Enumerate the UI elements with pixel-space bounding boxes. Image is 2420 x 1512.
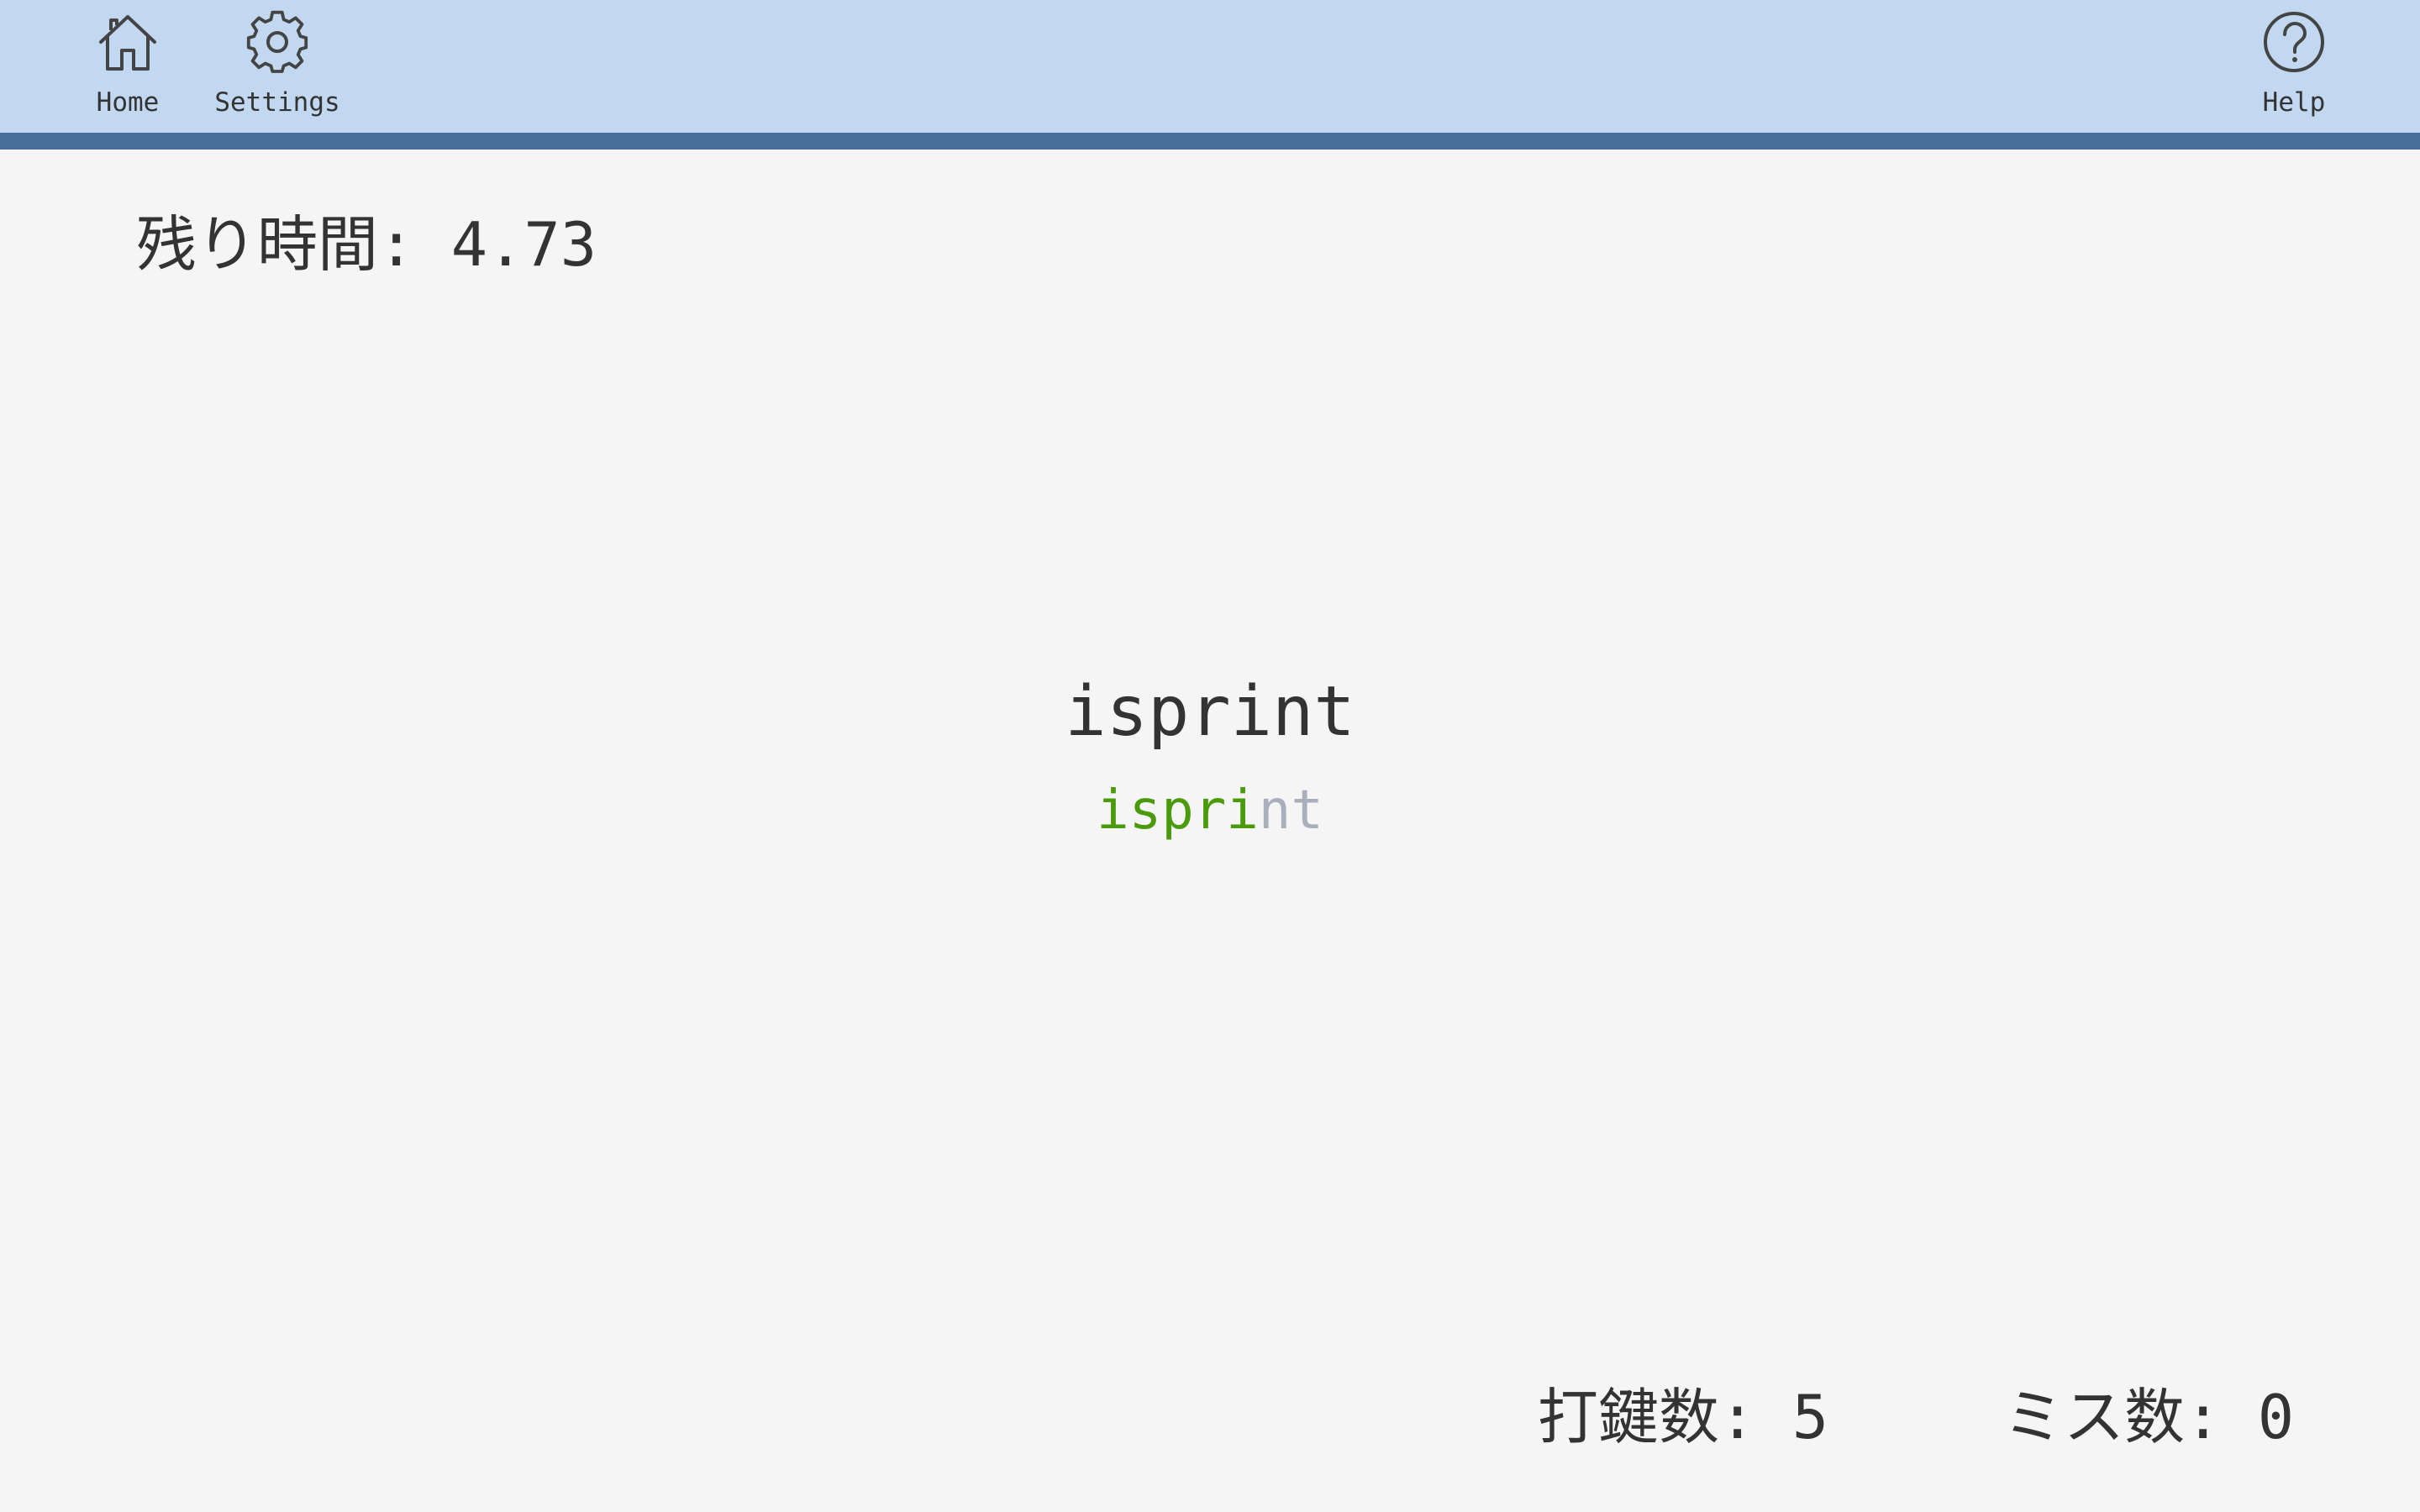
remaining-characters: nt (1258, 780, 1323, 842)
target-word: isprint (1065, 672, 1355, 752)
home-button[interactable]: Home (86, 0, 170, 133)
miss-count-value: 0 (2257, 1382, 2295, 1452)
time-remaining: 残り時間: 4.73 (136, 195, 597, 283)
settings-button[interactable]: Settings (210, 0, 345, 133)
help-button[interactable]: Help (2252, 0, 2336, 133)
keystroke-count-label: 打鍵数: (1538, 1382, 1792, 1452)
help-label: Help (2262, 87, 2326, 118)
help-icon (2264, 12, 2324, 72)
miss-count: ミス数: 0 (2003, 1368, 2294, 1456)
header-divider (0, 133, 2420, 150)
time-remaining-label: 残り時間: (136, 209, 451, 280)
keystroke-count: 打鍵数: 5 (1538, 1368, 1828, 1456)
miss-count-label: ミス数: (2003, 1382, 2258, 1452)
home-icon (99, 15, 156, 71)
typing-progress: isprint (0, 780, 2420, 842)
settings-label: Settings (214, 87, 340, 118)
gear-icon (246, 10, 308, 73)
typed-characters: ispri (1097, 780, 1259, 842)
time-remaining-value: 4.73 (450, 209, 597, 280)
top-navigation-bar: Home Settings Help (0, 0, 2420, 133)
home-label: Home (96, 87, 160, 118)
keystroke-count-value: 5 (1791, 1382, 1829, 1452)
